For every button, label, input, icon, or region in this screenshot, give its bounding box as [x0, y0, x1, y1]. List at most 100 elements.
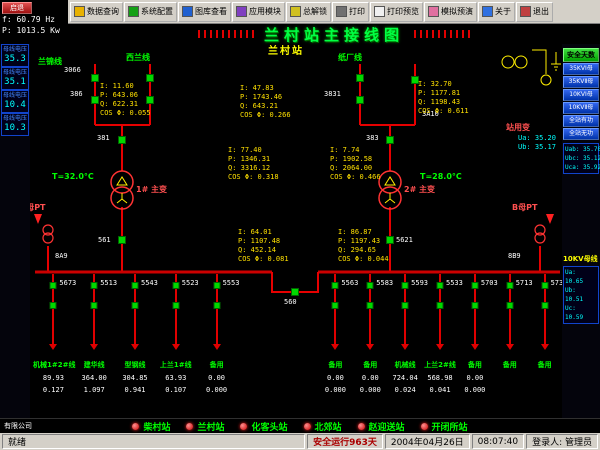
sidebar-function-button[interactable]: 35KVⅠ母	[563, 63, 599, 75]
feeder-current: 63.93	[155, 374, 196, 382]
disconnector-square[interactable]	[213, 282, 220, 289]
breaker-square[interactable]	[213, 302, 220, 309]
breaker-561[interactable]	[119, 237, 126, 244]
feeder-bay: 5713 备用	[492, 274, 527, 406]
breaker-square[interactable]	[332, 302, 339, 309]
disconnector-square[interactable]	[172, 282, 179, 289]
toolbar-button[interactable]: 打印预览	[370, 2, 423, 22]
transformer2-temp: T=28.0°C	[420, 172, 462, 181]
sidebar-function-button[interactable]: 10KVⅠ母	[563, 89, 599, 101]
breaker-square[interactable]	[506, 302, 513, 309]
disconnector-square[interactable]	[506, 282, 513, 289]
breaker-383[interactable]	[387, 137, 394, 144]
breaker-square[interactable]	[91, 302, 98, 309]
status-ready: 就绪	[2, 434, 305, 449]
disconnector-square[interactable]	[437, 282, 444, 289]
bus-voltage-value: 35.1	[2, 77, 28, 88]
feeder-group-left: 5673 机械1#2#线 89.93 0.127 5513 建华线 364.00…	[33, 274, 237, 406]
disconnector-square[interactable]	[91, 282, 98, 289]
breaker-square[interactable]	[541, 302, 548, 309]
toolbar-button[interactable]: 打印	[332, 2, 369, 22]
feeder-arrow-icon	[49, 344, 57, 350]
breaker-3066[interactable]	[92, 75, 99, 82]
feeder-bay: 5593 机械线 724.04 0.024	[388, 274, 423, 406]
sidebar-function-button[interactable]: 35KVⅡ母	[563, 76, 599, 88]
measurement-line: COS Φ: 0.044	[338, 255, 389, 264]
breaker-square[interactable]	[172, 302, 179, 309]
feeder-name: 备用	[492, 360, 527, 370]
breaker-square[interactable]	[437, 302, 444, 309]
breaker-square[interactable]	[131, 302, 138, 309]
station-nav-item[interactable]: 北郊站	[304, 420, 342, 433]
bus-voltage-label: 母线电压	[2, 69, 28, 77]
toolbar-button-label: 打印预览	[387, 6, 419, 17]
disconnector-square[interactable]	[50, 282, 57, 289]
function-button-stack: 35KVⅠ母 35KVⅡ母 10KVⅠ母 10KVⅡ母 全站有功 全站无功	[563, 63, 599, 140]
feeder-name: 上兰1#线	[155, 360, 196, 370]
status-date: 2004年04月26日	[385, 434, 470, 449]
feeder-name: 备用	[527, 360, 562, 370]
feeder-arrow-icon	[331, 344, 339, 350]
bus-voltage-value: 35.3	[2, 54, 28, 65]
breaker-zhichang[interactable]	[357, 97, 364, 104]
bus10-label: 10KV母线	[563, 254, 598, 264]
station-nav-item[interactable]: 开闭所站	[421, 420, 468, 433]
sidebar-function-button[interactable]: 10KVⅡ母	[563, 102, 599, 114]
title-decoration-right	[414, 30, 470, 38]
measurement-line: I: 11.60	[100, 82, 151, 91]
station-nav-item[interactable]: 赵迎送站	[358, 420, 405, 433]
sidebar-function-button[interactable]: 全站有功	[563, 115, 599, 127]
breaker-square[interactable]	[367, 302, 374, 309]
sidebar-function-button[interactable]: 全站无功	[563, 128, 599, 140]
measurement-line: Q: 1198.43	[418, 98, 469, 107]
voltage-line: Uc: 10.59	[565, 304, 597, 322]
breaker-xilan[interactable]	[147, 75, 154, 82]
disconnector-square[interactable]	[541, 282, 548, 289]
toolbar-button[interactable]: 总解锁	[286, 2, 331, 22]
voltage-line: Ub: 35.17	[518, 143, 556, 152]
toolbar: 数据查询 系统配置 图库查看 应用模块 总解锁	[68, 0, 600, 24]
toolbar-button[interactable]: 关于	[478, 2, 515, 22]
transformer1-label: 1# 主变	[136, 184, 167, 195]
feeder-bay: 5703 备用 0.00 0.000	[457, 274, 492, 406]
feeder-arrow-icon	[90, 344, 98, 350]
station-nav-item[interactable]: 柴村站	[132, 420, 170, 433]
feeder-arrow-icon	[506, 344, 514, 350]
toolbar-button[interactable]: 系统配置	[124, 2, 177, 22]
bus-voltage-panel: 母线电压 35.3	[1, 44, 29, 67]
toolbar-button[interactable]: 退出	[516, 2, 553, 22]
breaker-3831[interactable]	[357, 75, 364, 82]
feeder-name: 备用	[318, 360, 353, 370]
disconnector-square[interactable]	[332, 282, 339, 289]
feeder-bay: 5513 建华线 364.00 1.097	[74, 274, 115, 406]
bus-voltage-panel: 母线电压 35.1	[1, 67, 29, 90]
toolbar-button[interactable]: 应用模块	[232, 2, 285, 22]
disconnector-square[interactable]	[367, 282, 374, 289]
station-led-icon	[240, 423, 247, 430]
disconnector-square[interactable]	[402, 282, 409, 289]
breaker-560-bus-tie[interactable]	[292, 289, 299, 296]
breaker-square[interactable]	[50, 302, 57, 309]
breaker-381[interactable]	[119, 137, 126, 144]
feeder-arrow-icon	[213, 344, 221, 350]
toolbar-button[interactable]: 模拟预演	[424, 2, 477, 22]
feeder-bay: 5553 备用 0.00 0.000	[196, 274, 237, 406]
feeder-bay: 5733 备用	[527, 274, 562, 406]
disconnector-square[interactable]	[471, 282, 478, 289]
station-nav-item[interactable]: 化客头站	[240, 420, 287, 433]
station-transformer-label: 站用变	[506, 122, 530, 133]
toolbar-button[interactable]: 数据查询	[70, 2, 123, 22]
power-button[interactable]: 启退	[2, 2, 32, 14]
measurement-block-t2-low: I: 86.87P: 1197.43Q: 294.65COS Φ: 0.044	[338, 228, 389, 264]
device-number-3831: 3831	[324, 90, 341, 98]
disconnector-square[interactable]	[131, 282, 138, 289]
feeder-current: 0.00	[318, 374, 353, 382]
station-nav-item[interactable]: 兰村站	[186, 420, 224, 433]
breaker-386[interactable]	[92, 97, 99, 104]
safety-days-button[interactable]: 安全天数	[563, 48, 599, 62]
feeder-current: 304.85	[115, 374, 156, 382]
breaker-square[interactable]	[402, 302, 409, 309]
measurement-line: Q: 294.65	[338, 246, 389, 255]
breaker-square[interactable]	[471, 302, 478, 309]
toolbar-button[interactable]: 图库查看	[178, 2, 231, 22]
